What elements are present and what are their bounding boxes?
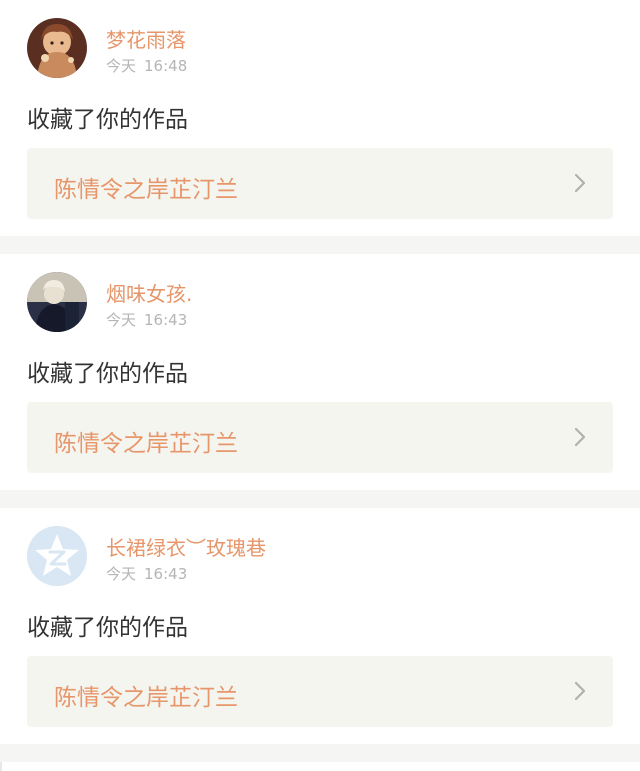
- work-title: 陈情令之岸芷汀兰: [54, 177, 238, 203]
- timestamp: 今天 16:43: [106, 309, 187, 330]
- timestamp-time: 16:43: [144, 311, 188, 329]
- timestamp: 今天 16:48: [106, 55, 187, 76]
- work-link[interactable]: 陈情令之岸芷汀兰: [27, 402, 613, 473]
- chevron-right-icon: [574, 681, 586, 701]
- work-title: 陈情令之岸芷汀兰: [54, 431, 238, 457]
- timestamp-time: 16:43: [144, 565, 188, 583]
- timestamp-day: 今天: [106, 311, 137, 329]
- avatar[interactable]: [27, 272, 87, 332]
- anime-girl-avatar-icon: [27, 18, 87, 78]
- action-text: 收藏了你的作品: [27, 615, 188, 641]
- section-divider: [0, 236, 640, 254]
- avatar[interactable]: [27, 526, 87, 586]
- username[interactable]: 烟味女孩.: [106, 278, 192, 307]
- work-link[interactable]: 陈情令之岸芷汀兰: [27, 148, 613, 219]
- notification-card: 梦花雨落 今天 16:48 收藏了你的作品 陈情令之岸芷汀兰: [0, 0, 640, 236]
- timestamp-time: 16:48: [144, 57, 188, 75]
- timestamp-day: 今天: [106, 57, 137, 75]
- action-text: 收藏了你的作品: [27, 107, 188, 133]
- section-divider: [0, 744, 640, 762]
- default-z-star-avatar-icon: [27, 526, 87, 586]
- username[interactable]: 梦花雨落: [106, 24, 186, 53]
- timestamp-day: 今天: [106, 565, 137, 583]
- chevron-right-icon: [574, 427, 586, 447]
- username[interactable]: 长裙绿衣︶玫瑰巷: [106, 532, 266, 561]
- avatar[interactable]: [27, 18, 87, 78]
- chevron-right-icon: [574, 173, 586, 193]
- photo-avatar-icon: [27, 272, 87, 332]
- timestamp: 今天 16:43: [106, 563, 187, 584]
- section-divider: [0, 490, 640, 508]
- action-text: 收藏了你的作品: [27, 361, 188, 387]
- work-title: 陈情令之岸芷汀兰: [54, 685, 238, 711]
- notification-feed: 梦花雨落 今天 16:48 收藏了你的作品 陈情令之岸芷汀兰 烟味女孩. 今天 …: [0, 0, 640, 762]
- work-link[interactable]: 陈情令之岸芷汀兰: [27, 656, 613, 727]
- notification-card: 烟味女孩. 今天 16:43 收藏了你的作品 陈情令之岸芷汀兰: [0, 254, 640, 490]
- notification-card: 长裙绿衣︶玫瑰巷 今天 16:43 收藏了你的作品 陈情令之岸芷汀兰: [0, 508, 640, 744]
